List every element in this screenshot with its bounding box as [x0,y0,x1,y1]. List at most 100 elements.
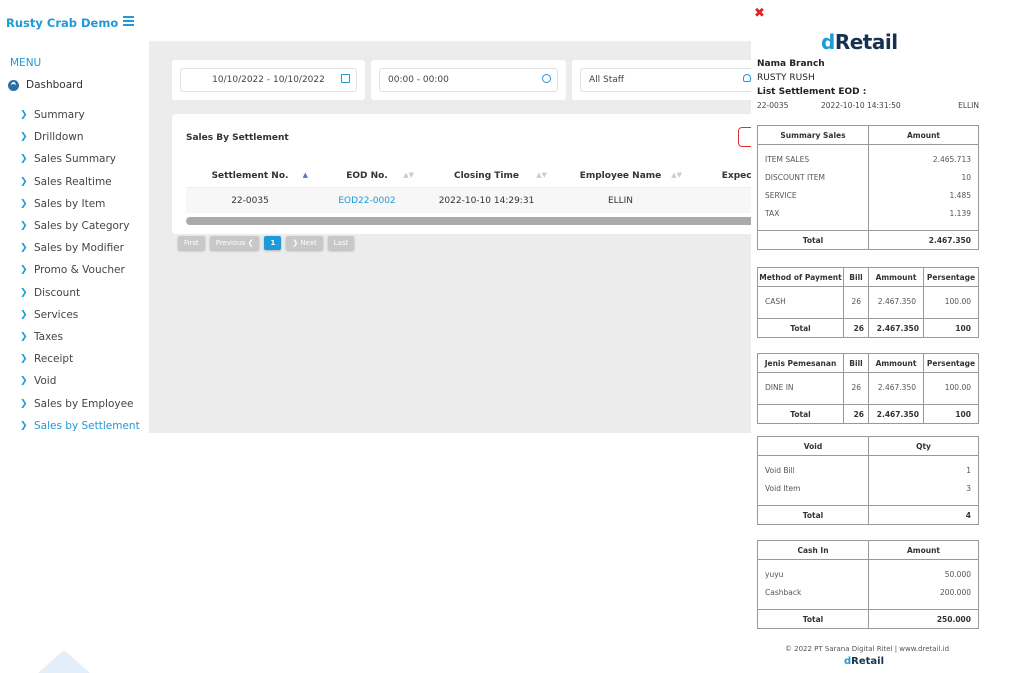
receipt-datetime: 2022-10-10 14:31:50 [821,101,901,110]
sidebar-item-taxes[interactable]: ❯ Taxes [20,326,140,348]
dretail-logo: dRetail [821,30,898,54]
payment-method-table: Method of Payment Bill Ammount Persentage C… [757,267,979,338]
sidebar-item-sales-by-modifier[interactable]: ❯ Sales by Modifier [20,237,140,259]
table-row: Void Item 3 [757,479,979,498]
table-row: CASH 26 2.467.350 100.00 [757,292,979,311]
chevron-right-icon: ❯ [20,420,28,431]
user-icon [743,74,751,85]
sidebar-item-label: Dashboard [26,79,83,91]
sidebar-nav: ❯ Summary ❯ Drilldown ❯ Sales Summary ❯ Sale… [20,104,140,437]
chevron-left-icon: ❮ [247,239,254,247]
sidebar-item-promo-voucher[interactable]: ❯ Promo & Voucher [20,259,140,281]
first-page-button[interactable]: First [178,236,205,250]
chevron-right-icon: ❯ [20,132,28,143]
summary-sales-table: Summary Sales Amount ITEM SALES 2.465.713 … [757,125,979,250]
chevron-right-icon: ❯ [20,198,28,209]
date-range-input[interactable]: 10/10/2022 - 10/10/2022 [180,68,357,92]
settlement-report-card: Sales By Settlement Settlement No. ▲ EOD … [172,114,762,234]
table-row: Void Bill 1 [757,461,979,480]
main-content: 10/10/2022 - 10/10/2022 00:00 - 00:00 Al… [149,42,762,433]
receipt-footer: © 2022 PT Sarana Digital Ritel | www.dre… [784,645,950,653]
dretail-footer-logo: dRetail [844,656,885,667]
column-closing-time[interactable]: Closing Time ▲▼ [420,171,553,181]
cell-closing-time: 2022-10-10 14:29:31 [438,195,535,206]
payment-total-row: Total 26 2.467.350 100 [757,318,979,338]
date-range-filter: 10/10/2022 - 10/10/2022 [172,60,365,100]
order-type-table: Jenis Pemesanan Bill Ammount Persentage DIN… [757,353,979,424]
hamburger-icon[interactable] [123,16,135,28]
horizontal-scrollbar[interactable] [186,217,762,225]
page-1-button[interactable]: 1 [264,236,282,250]
settlement-receipt-panel: ✖ dRetail Nama Branch RUSTY RUSH List Se… [751,0,1009,673]
table-row: DINE IN 26 2.467.350 100.00 [757,378,979,397]
last-page-button[interactable]: Last [327,236,355,250]
table-row: yuyu 50.000 [757,565,979,584]
staff-select[interactable]: All Staff [580,68,754,92]
previous-page-button[interactable]: Previous ❮ [209,236,260,250]
table-header: Settlement No. ▲ EOD No. ▲▼ Closing Time ▲▼… [186,164,762,188]
column-settlement-no[interactable]: Settlement No. ▲ [186,171,314,181]
time-range-input[interactable]: 00:00 - 00:00 [379,68,558,92]
branch-label: Nama Branch [757,59,825,69]
void-total-row: Total 4 [757,505,979,525]
cash-in-total-row: Total 250.000 [757,609,979,629]
time-range-filter: 00:00 - 00:00 [371,60,566,100]
decorative-shape [38,650,90,673]
order-type-total-row: Total 26 2.467.350 100 [757,404,979,424]
table-row: SERVICE 1.485 [757,186,979,205]
dashboard-gauge-icon [8,79,19,91]
sidebar: Rusty Crab Demo MENU Dashboard ❯ Summary … [0,0,149,433]
cash-in-table: Cash In Amount yuyu 50.000 Cashback 200.000… [757,540,979,629]
sidebar-item-sales-realtime[interactable]: ❯ Sales Realtime [20,171,140,193]
table-row[interactable]: 22-0035 EOD22-0002 2022-10-10 14:29:31 E… [186,188,762,213]
void-table: Void Qty Void Bill 1 Void Item 3 Total 4 [757,436,979,525]
receipt-settlement-no: 22-0035 [757,101,789,110]
next-page-button[interactable]: ❯ Next [286,236,323,250]
chevron-right-icon: ❯ [20,176,28,187]
cell-employee: ELLIN [607,195,634,206]
chevron-right-icon: ❯ [20,243,28,254]
sidebar-item-dashboard[interactable]: Dashboard [8,79,83,91]
branch-name: RUSTY RUSH [757,73,815,83]
chevron-right-icon: ❯ [20,110,28,121]
clock-icon [542,74,551,86]
sidebar-item-sales-by-item[interactable]: ❯ Sales by Item [20,193,140,215]
calendar-icon [341,74,350,86]
sidebar-item-void[interactable]: ❯ Void [20,370,140,392]
column-employee-name[interactable]: Employee Name ▲▼ [553,171,688,181]
column-eod-no[interactable]: EOD No. ▲▼ [314,171,420,181]
chevron-right-icon: ❯ [20,287,28,298]
chevron-right-icon: ❯ [20,398,28,409]
eod-link[interactable]: EOD22-0002 [314,196,420,206]
menu-title: MENU [10,57,42,69]
chevron-right-icon: ❯ [292,239,299,247]
summary-total-row: Total 2.467.350 [757,230,979,250]
app-title[interactable]: Rusty Crab Demo [6,16,118,30]
sidebar-item-summary[interactable]: ❯ Summary [20,104,140,126]
sidebar-item-sales-summary[interactable]: ❯ Sales Summary [20,148,140,170]
sidebar-item-services[interactable]: ❯ Services [20,304,140,326]
staff-filter: All Staff [572,60,762,100]
chevron-right-icon: ❯ [20,376,28,387]
table-row: TAX 1.139 [757,204,979,223]
chevron-right-icon: ❯ [20,309,28,320]
sidebar-item-discount[interactable]: ❯ Discount [20,282,140,304]
sidebar-item-sales-by-category[interactable]: ❯ Sales by Category [20,215,140,237]
chevron-right-icon: ❯ [20,221,28,232]
report-title: Sales By Settlement [186,133,289,143]
cell-settlement-no: 22-0035 [231,195,269,206]
table-row: ITEM SALES 2.465.713 [757,150,979,169]
chevron-right-icon: ❯ [20,154,28,165]
chevron-right-icon: ❯ [20,331,28,342]
sidebar-item-sales-by-settlement[interactable]: ❯ Sales by Settlement [20,415,140,437]
chevron-right-icon: ❯ [20,265,28,276]
receipt-employee: ELLIN [958,101,979,110]
list-settlement-label: List Settlement EOD : [757,87,867,97]
sidebar-item-drilldown[interactable]: ❯ Drilldown [20,126,140,148]
sidebar-item-receipt[interactable]: ❯ Receipt [20,348,140,370]
sidebar-item-sales-by-employee[interactable]: ❯ Sales by Employee [20,392,140,414]
table-row: DISCOUNT ITEM 10 [757,168,979,187]
close-icon[interactable]: ✖ [754,6,765,21]
table-row: Cashback 200.000 [757,583,979,602]
chevron-right-icon: ❯ [20,354,28,365]
